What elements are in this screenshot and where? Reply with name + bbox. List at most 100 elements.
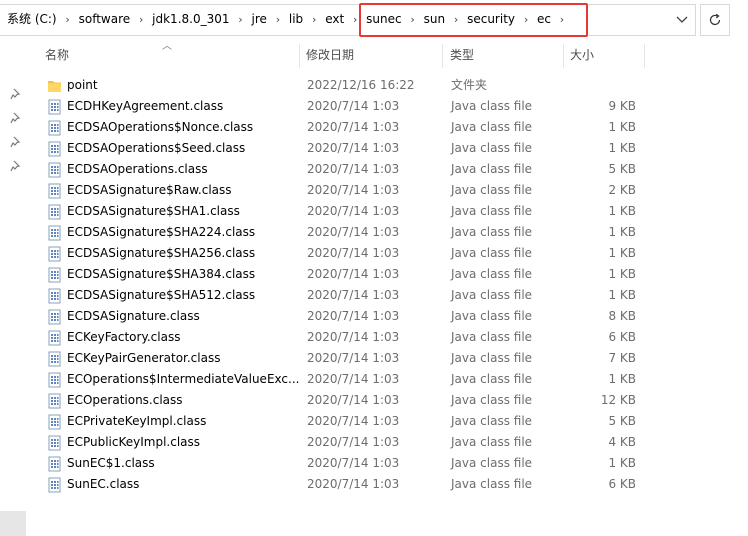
breadcrumb-item[interactable]: jre — [249, 4, 270, 34]
address-dropdown-button[interactable] — [669, 6, 695, 34]
file-row[interactable]: ECKeyPairGenerator.class 2020/7/14 1:03 Ja… — [40, 348, 680, 369]
file-row[interactable]: point 2022/12/16 16:22 文件夹 — [40, 75, 680, 96]
column-type[interactable]: 类型 — [450, 42, 474, 68]
file-name: ECDSASignature$SHA224.class — [67, 225, 256, 239]
file-size — [570, 75, 636, 96]
file-row[interactable]: ECOperations.class 2020/7/14 1:03 Java cla… — [40, 390, 680, 411]
file-row[interactable]: SunEC$1.class 2020/7/14 1:03 Java class fi… — [40, 453, 680, 474]
file-date: 2020/7/14 1:03 — [307, 162, 400, 176]
file-row[interactable]: ECDSASignature$SHA224.class 2020/7/14 1:0… — [40, 222, 680, 243]
file-size: 1 KB — [608, 141, 636, 155]
file-row[interactable]: ECDSAOperations$Nonce.class 2020/7/14 1:0… — [40, 117, 680, 138]
chevron-right-icon[interactable]: › — [60, 13, 76, 26]
file-row[interactable]: ECDHKeyAgreement.class 2020/7/14 1:03 Java… — [40, 96, 680, 117]
breadcrumb-item[interactable]: sunec — [363, 4, 404, 34]
file-type: Java class file — [451, 393, 533, 407]
file-name: ECDHKeyAgreement.class — [67, 99, 224, 113]
file-row[interactable]: ECDSAOperations.class 2020/7/14 1:03 Java … — [40, 159, 680, 180]
pin-icon[interactable] — [10, 160, 22, 172]
file-size: 1 KB — [608, 267, 636, 281]
chevron-right-icon[interactable]: › — [270, 13, 286, 26]
file-type: Java class file — [451, 162, 533, 176]
chevron-right-icon[interactable]: › — [448, 13, 464, 26]
file-type: Java class file — [451, 309, 533, 323]
column-size[interactable]: 大小 — [570, 42, 594, 68]
file-row[interactable]: ECDSASignature$Raw.class 2020/7/14 1:03 Ja… — [40, 180, 680, 201]
file-name: ECDSASignature.class — [67, 309, 200, 323]
file-type: Java class file — [451, 435, 533, 449]
class-file-icon — [47, 435, 62, 451]
breadcrumb-item[interactable]: security — [464, 4, 518, 34]
chevron-down-icon — [676, 16, 688, 23]
file-size: 1 KB — [608, 372, 636, 386]
breadcrumb-item[interactable]: lib — [286, 4, 306, 34]
file-date: 2022/12/16 16:22 — [307, 78, 415, 92]
file-type: Java class file — [451, 204, 533, 218]
pin-icon[interactable] — [10, 88, 22, 100]
class-file-icon — [47, 330, 62, 346]
file-row[interactable]: SunEC.class 2020/7/14 1:03 Java class file… — [40, 474, 680, 495]
file-size: 8 KB — [608, 309, 636, 323]
pin-icon[interactable] — [10, 112, 22, 124]
file-row[interactable]: ECPrivateKeyImpl.class 2020/7/14 1:03 Java… — [40, 411, 680, 432]
file-row[interactable]: ECPublicKeyImpl.class 2020/7/14 1:03 Java … — [40, 432, 680, 453]
file-size: 7 KB — [608, 351, 636, 365]
column-divider[interactable] — [442, 44, 443, 68]
class-file-icon — [47, 204, 62, 220]
class-file-icon — [47, 477, 62, 493]
column-date[interactable]: 修改日期 — [306, 42, 354, 68]
chevron-right-icon[interactable]: › — [306, 13, 322, 26]
file-row[interactable]: ECDSASignature$SHA384.class 2020/7/14 1:0… — [40, 264, 680, 285]
file-name: ECPublicKeyImpl.class — [67, 435, 201, 449]
file-size: 5 KB — [608, 162, 636, 176]
breadcrumb-item[interactable]: ext — [322, 4, 347, 34]
file-type: Java class file — [451, 141, 533, 155]
file-date: 2020/7/14 1:03 — [307, 267, 400, 281]
breadcrumb-item[interactable]: jdk1.8.0_301 — [149, 4, 232, 34]
file-row[interactable]: ECDSASignature.class 2020/7/14 1:03 Java c… — [40, 306, 680, 327]
file-date: 2020/7/14 1:03 — [307, 120, 400, 134]
class-file-icon — [47, 183, 62, 199]
file-date: 2020/7/14 1:03 — [307, 456, 400, 470]
column-divider[interactable] — [299, 44, 300, 68]
file-row[interactable]: ECKeyFactory.class 2020/7/14 1:03 Java cla… — [40, 327, 680, 348]
column-divider[interactable] — [644, 44, 645, 68]
column-name[interactable]: 名称 — [45, 42, 69, 68]
file-row[interactable]: ECDSASignature$SHA256.class 2020/7/14 1:0… — [40, 243, 680, 264]
file-name: point — [67, 78, 98, 92]
file-type: Java class file — [451, 183, 533, 197]
chevron-right-icon[interactable]: › — [233, 13, 249, 26]
chevron-right-icon[interactable]: › — [554, 13, 570, 26]
file-size: 12 KB — [600, 393, 636, 407]
file-type: Java class file — [451, 372, 533, 386]
refresh-button[interactable] — [700, 4, 730, 36]
file-size: 1 KB — [608, 225, 636, 239]
column-divider[interactable] — [563, 44, 564, 68]
file-name: ECDSASignature$SHA512.class — [67, 288, 256, 302]
file-type: Java class file — [451, 267, 533, 281]
file-name: ECDSASignature$SHA256.class — [67, 246, 256, 260]
chevron-right-icon[interactable]: › — [518, 13, 534, 26]
nav-pane-scroll-thumb[interactable] — [0, 511, 26, 536]
breadcrumb-item[interactable]: ec — [534, 4, 554, 34]
class-file-icon — [47, 162, 62, 178]
pin-icon[interactable] — [10, 136, 22, 148]
address-bar[interactable]: 系统 (C:) › software › jdk1.8.0_301 › jre › lib › ex… — [0, 0, 698, 38]
class-file-icon — [47, 414, 62, 430]
class-file-icon — [47, 267, 62, 283]
file-name: ECDSASignature$SHA1.class — [67, 204, 240, 218]
file-row[interactable]: ECDSASignature$SHA1.class 2020/7/14 1:03 J… — [40, 201, 680, 222]
class-file-icon — [47, 99, 62, 115]
chevron-right-icon[interactable]: › — [133, 13, 149, 26]
file-row[interactable]: ECDSAOperations$Seed.class 2020/7/14 1:03… — [40, 138, 680, 159]
breadcrumb-item[interactable]: sun — [421, 4, 448, 34]
navigation-pane — [0, 38, 28, 536]
file-size: 1 KB — [608, 456, 636, 470]
chevron-right-icon[interactable]: › — [405, 13, 421, 26]
breadcrumb[interactable]: 系统 (C:) › software › jdk1.8.0_301 › jre › lib › ex… — [4, 4, 570, 34]
file-row[interactable]: ECDSASignature$SHA512.class 2020/7/14 1:0… — [40, 285, 680, 306]
chevron-right-icon[interactable]: › — [347, 13, 363, 26]
file-row[interactable]: ECOperations$IntermediateValueExc... 2020… — [40, 369, 680, 390]
breadcrumb-item[interactable]: software — [76, 4, 134, 34]
breadcrumb-item[interactable]: 系统 (C:) — [4, 4, 60, 34]
